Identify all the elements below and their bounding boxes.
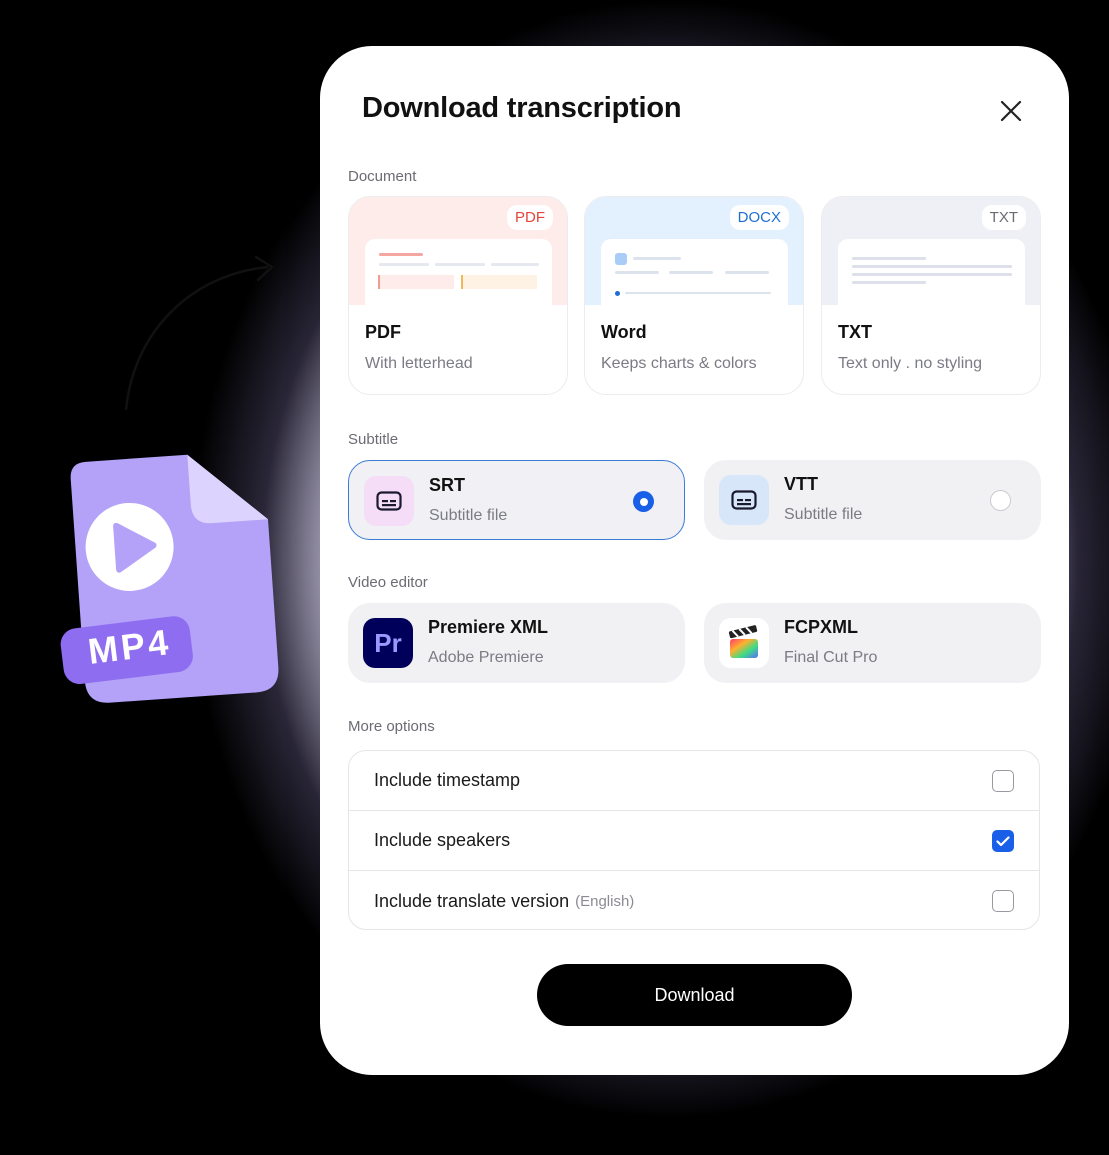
option-title: VTT bbox=[784, 474, 818, 494]
checkbox-translate[interactable] bbox=[992, 890, 1014, 912]
download-dialog: Download transcription Document PDF PDF … bbox=[320, 46, 1069, 1075]
mp4-file-illustration: MP4 bbox=[58, 452, 288, 707]
subtitles-icon bbox=[376, 491, 402, 511]
document-card-pdf[interactable]: PDF PDF With letterhead bbox=[348, 196, 568, 395]
option-row-speakers[interactable]: Include speakers bbox=[349, 811, 1039, 871]
more-options-list: Include timestamp Include speakers Inclu… bbox=[348, 750, 1040, 930]
document-name: PDF bbox=[365, 322, 401, 342]
document-desc: With letterhead bbox=[365, 355, 473, 372]
pdf-preview-page bbox=[365, 239, 552, 305]
subtitles-icon bbox=[731, 490, 757, 510]
option-row-translate[interactable]: Include translate version (English) bbox=[349, 871, 1039, 929]
document-desc: Keeps charts & colors bbox=[601, 355, 757, 372]
option-label: Include translate version bbox=[374, 890, 570, 911]
document-card-txt[interactable]: TXT TXT Text only . no styling bbox=[821, 196, 1041, 395]
download-button[interactable]: Download bbox=[537, 964, 852, 1026]
section-label-document: Document bbox=[348, 168, 417, 185]
document-name: Word bbox=[601, 322, 647, 342]
premiere-icon: Pr bbox=[363, 618, 413, 668]
subtitle-option-srt[interactable]: SRT Subtitle file bbox=[348, 460, 685, 540]
option-title: SRT bbox=[429, 475, 465, 495]
checkmark-icon bbox=[996, 835, 1010, 846]
editor-option-premiere[interactable]: Pr Premiere XML Adobe Premiere bbox=[348, 603, 685, 683]
close-icon bbox=[1000, 100, 1022, 122]
document-card-word[interactable]: DOCX Word Keeps charts & colors bbox=[584, 196, 804, 395]
dialog-title: Download transcription bbox=[362, 92, 682, 124]
checkbox-timestamp[interactable] bbox=[992, 770, 1014, 792]
radio-vtt[interactable] bbox=[990, 490, 1011, 511]
option-subtitle: Final Cut Pro bbox=[784, 649, 878, 666]
option-label: Include speakers bbox=[374, 830, 511, 850]
document-desc: Text only . no styling bbox=[838, 355, 983, 372]
checkbox-speakers[interactable] bbox=[992, 830, 1014, 852]
option-title: FCPXML bbox=[784, 617, 858, 637]
section-label-subtitle: Subtitle bbox=[348, 431, 399, 448]
clapperboard-icon bbox=[728, 625, 758, 658]
word-preview-page bbox=[601, 239, 788, 305]
option-subtitle: Adobe Premiere bbox=[428, 649, 544, 666]
document-name: TXT bbox=[838, 322, 872, 342]
option-subtitle: Subtitle file bbox=[784, 506, 863, 523]
section-label-video-editor: Video editor bbox=[348, 574, 428, 591]
option-hint: (English) bbox=[575, 892, 635, 910]
curved-arrow-icon bbox=[124, 255, 274, 411]
subtitle-icon-wrap bbox=[719, 475, 769, 525]
close-button[interactable] bbox=[994, 94, 1028, 128]
final-cut-pro-icon bbox=[719, 618, 769, 668]
radio-srt[interactable] bbox=[633, 491, 654, 512]
editor-option-fcpxml[interactable]: FCPXML Final Cut Pro bbox=[704, 603, 1041, 683]
option-subtitle: Subtitle file bbox=[429, 507, 508, 524]
subtitle-option-vtt[interactable]: VTT Subtitle file bbox=[704, 460, 1041, 540]
txt-preview-page bbox=[838, 239, 1025, 305]
format-badge-txt: TXT bbox=[981, 205, 1026, 230]
subtitle-icon-wrap bbox=[364, 476, 414, 526]
option-label: Include timestamp bbox=[374, 770, 521, 790]
format-badge-docx: DOCX bbox=[729, 205, 789, 230]
format-badge-pdf: PDF bbox=[507, 205, 553, 230]
premiere-icon-text: Pr bbox=[374, 627, 402, 658]
option-title: Premiere XML bbox=[428, 617, 549, 637]
option-row-timestamp[interactable]: Include timestamp bbox=[349, 751, 1039, 811]
section-label-more-options: More options bbox=[348, 718, 435, 735]
